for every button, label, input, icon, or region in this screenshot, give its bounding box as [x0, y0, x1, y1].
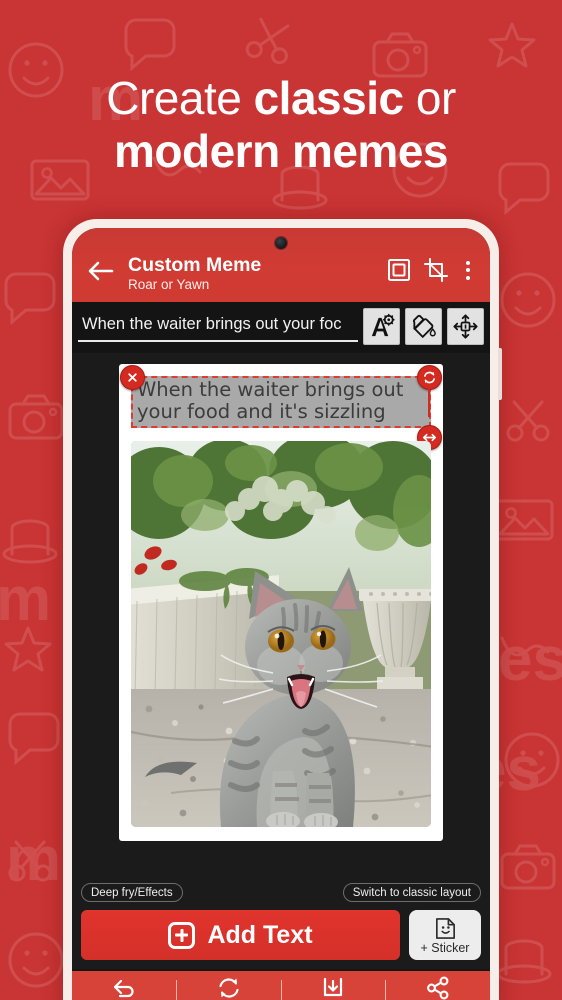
phone-screen: Custom Meme Roar or Yawn When the waiter… — [72, 228, 490, 1000]
square-frame-icon[interactable] — [386, 257, 412, 283]
action-row: Add Text + Sticker — [72, 906, 490, 969]
promo-headline: Create classic or modern memes — [0, 74, 562, 176]
toolbar-divider — [280, 979, 282, 1000]
meme-text-content: When the waiter brings out your food and… — [137, 378, 404, 424]
toolbar-divider — [175, 979, 177, 1000]
kitten-garden-photo — [131, 441, 431, 828]
move-position-icon[interactable] — [447, 308, 484, 346]
rotate-icon — [424, 372, 435, 384]
phone-mockup: Custom Meme Roar or Yawn When the waiter… — [63, 219, 502, 1000]
headline-plain-a: Create — [106, 72, 254, 124]
app-header: Custom Meme Roar or Yawn — [72, 228, 490, 303]
front-camera-icon — [275, 237, 287, 249]
header-actions — [386, 257, 476, 283]
color-fill-icon[interactable] — [405, 308, 442, 346]
share-button[interactable]: Share — [386, 976, 490, 1000]
share-nodes-icon — [427, 976, 449, 1000]
headline-line-1: Create classic or — [0, 74, 562, 123]
three-dots-menu-icon[interactable] — [460, 257, 476, 283]
headline-plain-b: or — [403, 72, 456, 124]
plus-in-rounded-square-icon — [168, 921, 196, 949]
header-titles: Custom Meme Roar or Yawn — [128, 254, 376, 292]
toolbar-divider — [385, 979, 387, 1000]
svg-text:m: m — [0, 565, 51, 634]
meme-text-overlay[interactable]: When the waiter brings out your food and… — [120, 365, 442, 451]
meme-photo[interactable] — [131, 441, 431, 828]
headline-line-2: modern memes — [113, 124, 449, 177]
close-icon — [128, 373, 137, 383]
text-input-row: When the waiter brings out your foc — [72, 302, 490, 354]
deep-fry-effects-chip[interactable]: Deep fry/Effects — [81, 883, 183, 902]
font-style-icon[interactable] — [363, 308, 400, 346]
undo-button[interactable]: Undo (22) — [72, 976, 176, 1000]
rotate-icon — [219, 978, 239, 998]
add-text-label: Add Text — [207, 920, 313, 949]
volume-button[interactable] — [498, 348, 502, 400]
save-download-icon — [324, 977, 343, 997]
add-text-button[interactable]: Add Text — [81, 910, 400, 960]
sticker-smiley-icon — [435, 917, 455, 939]
add-sticker-button[interactable]: + Sticker — [409, 910, 481, 960]
bottom-toolbar: Undo (22) Rotate Save — [72, 969, 490, 1000]
switch-layout-chip[interactable]: Switch to classic layout — [342, 883, 481, 902]
page-title: Custom Meme — [128, 254, 262, 276]
undo-arrow-icon — [113, 979, 134, 998]
svg-text:es: es — [498, 625, 562, 694]
rotate-button[interactable]: Rotate — [177, 976, 281, 1000]
page-subtitle: Roar or Yawn — [128, 277, 210, 293]
save-button[interactable]: Save — [282, 976, 386, 1000]
back-arrow-icon[interactable] — [86, 258, 116, 284]
meme-canvas[interactable]: When the waiter brings out your food and… — [72, 353, 490, 877]
canvas-option-chips: Deep fry/Effects Switch to classic layou… — [72, 877, 490, 906]
handle-connector — [428, 389, 430, 418]
crop-icon[interactable] — [423, 257, 449, 283]
sticker-label: + Sticker — [420, 940, 470, 955]
meme-text-input[interactable]: When the waiter brings out your foc — [78, 312, 358, 342]
meme-card: When the waiter brings out your food and… — [119, 364, 443, 842]
svg-text:m: m — [6, 825, 61, 894]
rotate-text-handle[interactable] — [417, 365, 442, 391]
headline-bold: classic — [253, 72, 404, 124]
